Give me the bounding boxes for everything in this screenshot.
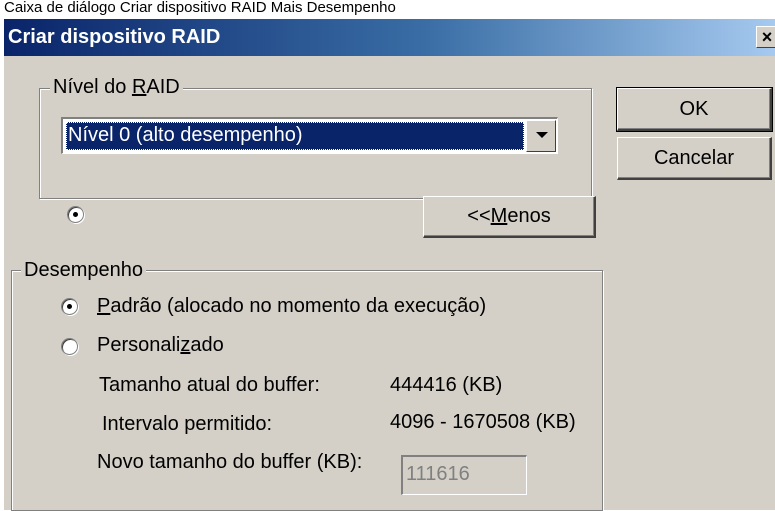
custom-option-text-start: Personali xyxy=(97,334,181,356)
ok-button[interactable]: OK xyxy=(616,87,773,132)
caption-text: Caixa de diálogo Criar dispositivo RAID … xyxy=(0,0,775,18)
new-buffer-label: Novo tamanho do buffer (KB): xyxy=(97,451,363,473)
default-option-radio[interactable] xyxy=(61,298,78,315)
custom-option-radio[interactable] xyxy=(61,338,78,355)
allowed-range-value: 4096 - 1670508 (KB) xyxy=(390,411,576,433)
less-button-suffix: enos xyxy=(507,205,551,227)
create-raid-dialog: Criar dispositivo RAID × Nível do RAID N… xyxy=(3,18,775,511)
custom-option-text-end: ado xyxy=(190,334,224,356)
custom-option-mnemonic: z xyxy=(180,334,191,356)
less-button-prefix: << xyxy=(467,205,491,227)
cancel-button-label: Cancelar xyxy=(653,147,735,169)
less-button[interactable]: << Menos xyxy=(423,196,596,238)
allowed-range-label: Intervalo permitido: xyxy=(102,413,273,435)
raid-level-selected-value: Nível 0 (alto desempenho) xyxy=(66,122,524,150)
less-button-label: << Menos xyxy=(467,197,550,236)
title-bar[interactable]: Criar dispositivo RAID × xyxy=(4,19,775,56)
raid-level-label-start: Nível do xyxy=(53,76,132,98)
raid-level-label-mnemonic: R xyxy=(131,76,147,98)
raid-level-select[interactable]: Nível 0 (alto desempenho) xyxy=(61,117,558,154)
raid-level-group-label: Nível do RAID xyxy=(50,76,183,98)
ok-button-label: OK xyxy=(679,98,709,120)
raid-level-label-end: AID xyxy=(146,76,180,98)
default-option-label[interactable]: Padrão (alocado no momento da execução) xyxy=(97,294,486,318)
less-button-mnemonic: M xyxy=(490,205,508,227)
default-option-mnemonic: P xyxy=(97,295,111,317)
close-button[interactable]: × xyxy=(756,26,775,48)
dialog-title: Criar dispositivo RAID xyxy=(8,26,221,48)
current-buffer-label: Tamanho atual do buffer: xyxy=(99,374,320,396)
close-icon: × xyxy=(761,27,773,47)
cancel-button[interactable]: Cancelar xyxy=(617,137,772,180)
chevron-down-icon[interactable] xyxy=(526,120,556,152)
mode-radio[interactable] xyxy=(67,206,84,223)
new-buffer-input[interactable]: 111616 xyxy=(401,455,527,495)
custom-option-label[interactable]: Personalizado xyxy=(97,333,224,357)
current-buffer-value: 444416 (KB) xyxy=(390,374,503,396)
default-option-text: adrão (alocado no momento da execução) xyxy=(110,295,487,317)
performance-group-label: Desempenho xyxy=(21,259,146,281)
